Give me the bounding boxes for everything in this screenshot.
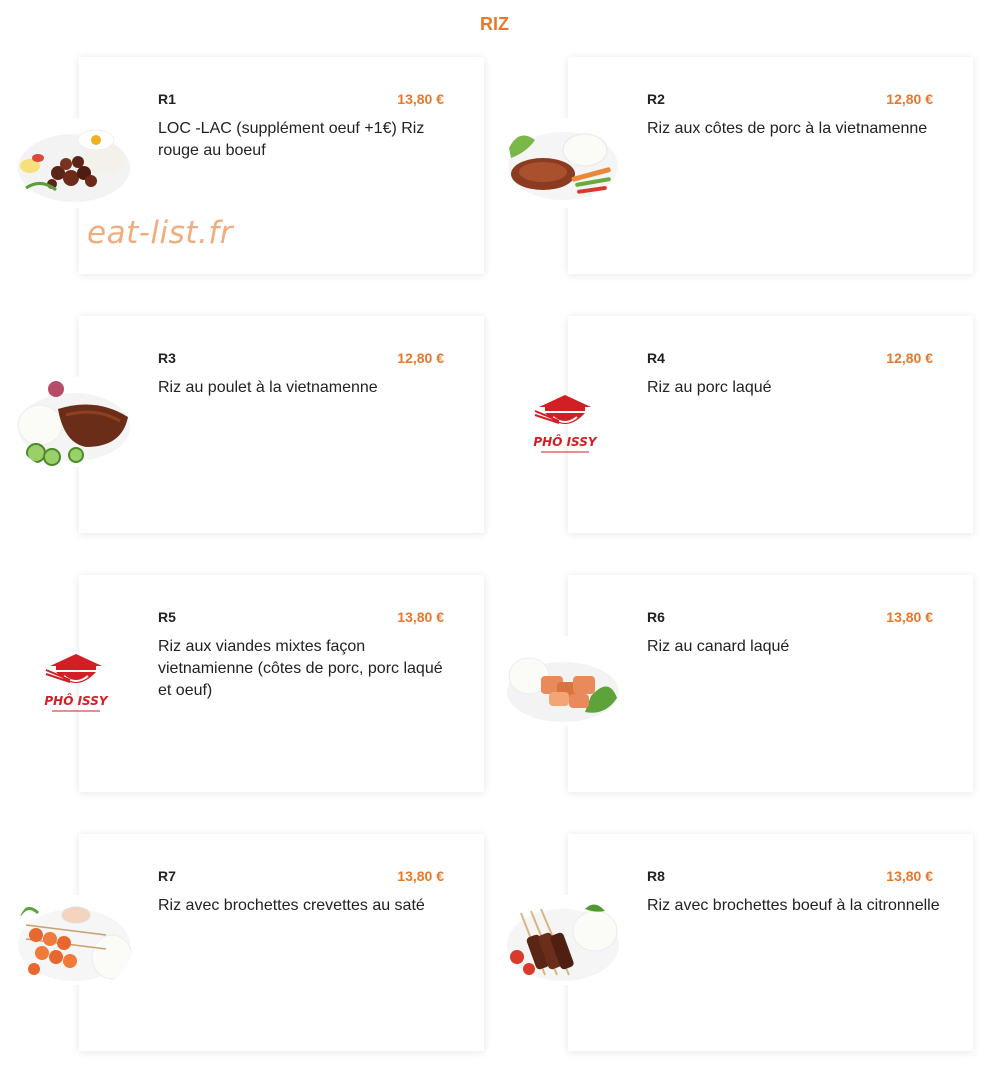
item-price: 12,80 € [397, 350, 444, 366]
section-title: RIZ [480, 14, 509, 34]
item-code: R8 [647, 868, 665, 884]
item-description: Riz aux viandes mixtes façon vietnamienn… [158, 638, 443, 699]
item-code: R3 [158, 350, 176, 366]
menu-item-card[interactable]: R2 12,80 € Riz aux côtes de porc à la vi… [568, 57, 973, 274]
chicken-rice-photo [16, 377, 132, 467]
item-description: LOC -LAC (supplément oeuf +1€) Riz rouge… [158, 120, 425, 159]
menu-item-card[interactable]: R4 12,80 € Riz au porc laqué [568, 316, 973, 533]
item-description: Riz au poulet à la vietnamenne [158, 379, 378, 396]
item-description: Riz au canard laqué [647, 638, 790, 655]
pho-issy-logo: PHÔ ISSY [529, 387, 601, 457]
item-price: 13,80 € [886, 609, 933, 625]
item-code: R7 [158, 868, 176, 884]
menu-item-card[interactable]: R5 13,80 € Riz aux viandes mixtes façon … [79, 575, 484, 792]
item-price: 12,80 € [886, 91, 933, 107]
item-code: R4 [647, 350, 665, 366]
menu-item-card[interactable]: R8 13,80 € Riz avec brochettes boeuf à l… [568, 834, 973, 1051]
pork-chop-rice-photo [505, 118, 621, 208]
shrimp-skewer-photo [16, 895, 132, 985]
menu-item-card[interactable]: R7 13,80 € Riz avec brochettes crevettes… [79, 834, 484, 1051]
item-price: 12,80 € [886, 350, 933, 366]
beef-skewer-photo [505, 895, 621, 985]
watermark: eat-list.fr [87, 215, 233, 251]
logo-wordmark: PHÔ ISSY [44, 693, 109, 708]
item-description: Riz au porc laqué [647, 379, 772, 396]
item-code: R6 [647, 609, 665, 625]
logo-wordmark: PHÔ ISSY [533, 434, 598, 449]
item-price: 13,80 € [397, 868, 444, 884]
loc-lac-photo [16, 118, 132, 208]
item-code: R2 [647, 91, 665, 107]
menu-item-card[interactable]: R6 13,80 € Riz au canard laqué [568, 575, 973, 792]
item-price: 13,80 € [397, 91, 444, 107]
pho-issy-logo: PHÔ ISSY [40, 646, 112, 716]
item-description: Riz avec brochettes boeuf à la citronnel… [647, 897, 940, 914]
item-code: R1 [158, 91, 176, 107]
item-price: 13,80 € [886, 868, 933, 884]
item-code: R5 [158, 609, 176, 625]
item-description: Riz avec brochettes crevettes au saté [158, 897, 425, 914]
menu-item-card[interactable]: R3 12,80 € Riz au poulet à la vietnamenn… [79, 316, 484, 533]
item-price: 13,80 € [397, 609, 444, 625]
duck-rice-photo [505, 636, 621, 726]
item-description: Riz aux côtes de porc à la vietnamenne [647, 120, 928, 137]
